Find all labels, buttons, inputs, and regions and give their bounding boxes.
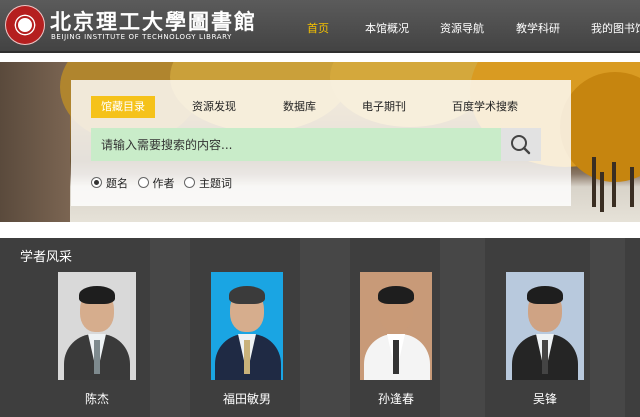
section-title: 学者风采	[20, 250, 73, 265]
search-box	[91, 128, 541, 161]
scholar-name[interactable]: 孙逢春	[360, 390, 432, 407]
tab-baidu-scholar[interactable]: 百度学术搜索	[452, 96, 518, 118]
radio-subject[interactable]	[184, 177, 195, 188]
radio-title[interactable]	[91, 177, 102, 188]
search-input[interactable]	[91, 128, 491, 161]
campus-banner: 馆藏目录 资源发现 数据库 电子期刊 百度学术搜索 题名 作者 主题词	[0, 62, 640, 222]
scholar-photo[interactable]	[58, 272, 136, 380]
option-subject[interactable]: 主题词	[184, 175, 232, 191]
scholar-card[interactable]: 陈杰	[58, 272, 136, 407]
tab-resource-discovery[interactable]: 资源发现	[192, 96, 236, 118]
option-title[interactable]: 题名	[91, 175, 128, 191]
search-panel: 馆藏目录 资源发现 数据库 电子期刊 百度学术搜索 题名 作者 主题词	[71, 80, 571, 206]
university-seal-logo[interactable]	[5, 5, 45, 45]
nav-teaching-research[interactable]: 教学科研	[516, 20, 560, 36]
library-name-english: BEIJING INSTITUTE OF TECHNOLOGY LIBRARY	[51, 33, 233, 41]
search-button[interactable]	[501, 128, 541, 161]
search-icon	[511, 135, 531, 155]
scholar-photo[interactable]	[360, 272, 432, 380]
option-author[interactable]: 作者	[137, 175, 175, 191]
tab-e-journals[interactable]: 电子期刊	[362, 96, 406, 118]
scholar-name[interactable]: 陈杰	[58, 390, 136, 407]
search-field-options: 题名 作者 主题词	[91, 175, 238, 191]
radio-author[interactable]	[137, 177, 149, 188]
site-header: 北京理工大學圖書館 BEIJING INSTITUTE OF TECHNOLOG…	[0, 0, 640, 53]
scholar-name[interactable]: 福田敏男	[211, 390, 283, 407]
scholar-photo[interactable]	[506, 272, 584, 380]
tab-databases[interactable]: 数据库	[283, 96, 316, 118]
scholar-card[interactable]: 福田敏男	[211, 272, 283, 407]
nav-about[interactable]: 本馆概况	[365, 20, 409, 36]
nav-resources[interactable]: 资源导航	[440, 20, 484, 36]
tab-catalog[interactable]: 馆藏目录	[91, 96, 155, 118]
scholar-card[interactable]: 孙逢春	[360, 272, 432, 407]
scholar-card[interactable]: 吴锋	[506, 272, 584, 407]
nav-my-library[interactable]: 我的图书馆	[591, 20, 640, 36]
nav-home[interactable]: 首页	[307, 20, 329, 36]
scholars-section: 学者风采 陈杰 福田敏男 孙逢春 吴锋	[0, 238, 640, 417]
scholar-name[interactable]: 吴锋	[506, 390, 584, 407]
scholar-photo[interactable]	[211, 272, 283, 380]
library-name[interactable]: 北京理工大學圖書館	[50, 6, 257, 36]
